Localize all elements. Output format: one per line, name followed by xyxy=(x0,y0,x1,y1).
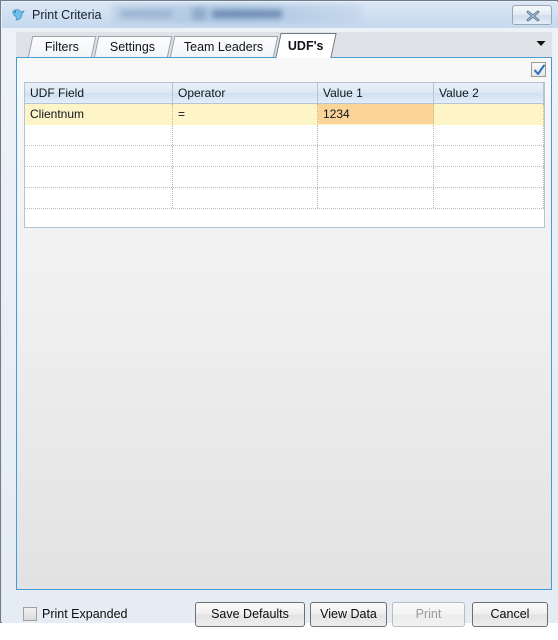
dialog-body: Filters Settings Team Leaders UDF's UDF Fie… xyxy=(2,28,558,627)
print-criteria-dialog: Print Criteria Filters Settings Team Leade… xyxy=(0,0,558,627)
table-cell[interactable] xyxy=(25,146,173,166)
dialog-footer: Print Expanded Save Defaults View Data Pri… xyxy=(8,594,553,640)
table-cell[interactable] xyxy=(173,188,318,208)
table-row[interactable] xyxy=(25,146,544,167)
tab-udf-s[interactable]: UDF's xyxy=(275,33,337,58)
table-cell[interactable] xyxy=(25,125,173,145)
tab-label: Team Leaders xyxy=(184,40,264,54)
tab-filters[interactable]: Filters xyxy=(27,36,97,58)
tab-team-leaders[interactable]: Team Leaders xyxy=(169,36,279,58)
table-cell[interactable] xyxy=(173,167,318,187)
select-all-checkbox[interactable] xyxy=(531,62,546,77)
table-cell[interactable]: = xyxy=(173,104,318,124)
window-title: Print Criteria xyxy=(32,8,102,22)
tab-label: Filters xyxy=(44,40,79,54)
tab-label: Settings xyxy=(110,40,156,54)
print-button: Print xyxy=(392,602,465,627)
table-cell[interactable] xyxy=(434,104,544,124)
table-cell[interactable] xyxy=(434,188,544,208)
table-cell[interactable] xyxy=(318,188,434,208)
tab-page-udfs: UDF Field Operator Value 1 Value 2 Clientnu… xyxy=(16,57,552,590)
close-button[interactable] xyxy=(512,5,552,25)
table-cell[interactable] xyxy=(318,146,434,166)
table-cell[interactable] xyxy=(434,125,544,145)
table-cell[interactable] xyxy=(25,167,173,187)
grid-header-row: UDF Field Operator Value 1 Value 2 xyxy=(25,83,544,104)
save-defaults-button[interactable]: Save Defaults xyxy=(195,602,305,627)
table-cell[interactable] xyxy=(318,125,434,145)
view-data-button[interactable]: View Data xyxy=(310,602,387,627)
table-row[interactable] xyxy=(25,125,544,146)
chevron-down-icon[interactable] xyxy=(533,35,549,51)
title-bar: Print Criteria xyxy=(2,2,558,28)
column-header[interactable]: Value 1 xyxy=(318,83,434,103)
tab-settings[interactable]: Settings xyxy=(93,36,173,58)
udf-criteria-grid[interactable]: UDF Field Operator Value 1 Value 2 Clientnu… xyxy=(24,82,545,228)
table-row[interactable] xyxy=(25,188,544,209)
table-row[interactable] xyxy=(25,167,544,188)
table-cell[interactable] xyxy=(318,167,434,187)
column-header[interactable]: Operator xyxy=(173,83,318,103)
table-cell[interactable] xyxy=(173,125,318,145)
print-expanded-label: Print Expanded xyxy=(42,607,128,621)
table-cell[interactable]: Clientnum xyxy=(25,104,173,124)
table-cell[interactable]: 1234 xyxy=(318,104,434,124)
print-expanded-checkbox[interactable] xyxy=(23,607,37,621)
tab-strip: Filters Settings Team Leaders UDF's xyxy=(16,32,552,58)
background-window-blur xyxy=(112,4,362,24)
table-cell[interactable] xyxy=(25,188,173,208)
cancel-button[interactable]: Cancel xyxy=(472,602,548,627)
tab-label: UDF's xyxy=(288,39,324,53)
column-header[interactable]: UDF Field xyxy=(25,83,173,103)
table-cell[interactable] xyxy=(173,146,318,166)
table-cell[interactable] xyxy=(434,167,544,187)
table-cell[interactable] xyxy=(434,146,544,166)
bird-icon xyxy=(10,7,26,23)
column-header[interactable]: Value 2 xyxy=(434,83,544,103)
table-row[interactable]: Clientnum = 1234 xyxy=(25,104,544,125)
